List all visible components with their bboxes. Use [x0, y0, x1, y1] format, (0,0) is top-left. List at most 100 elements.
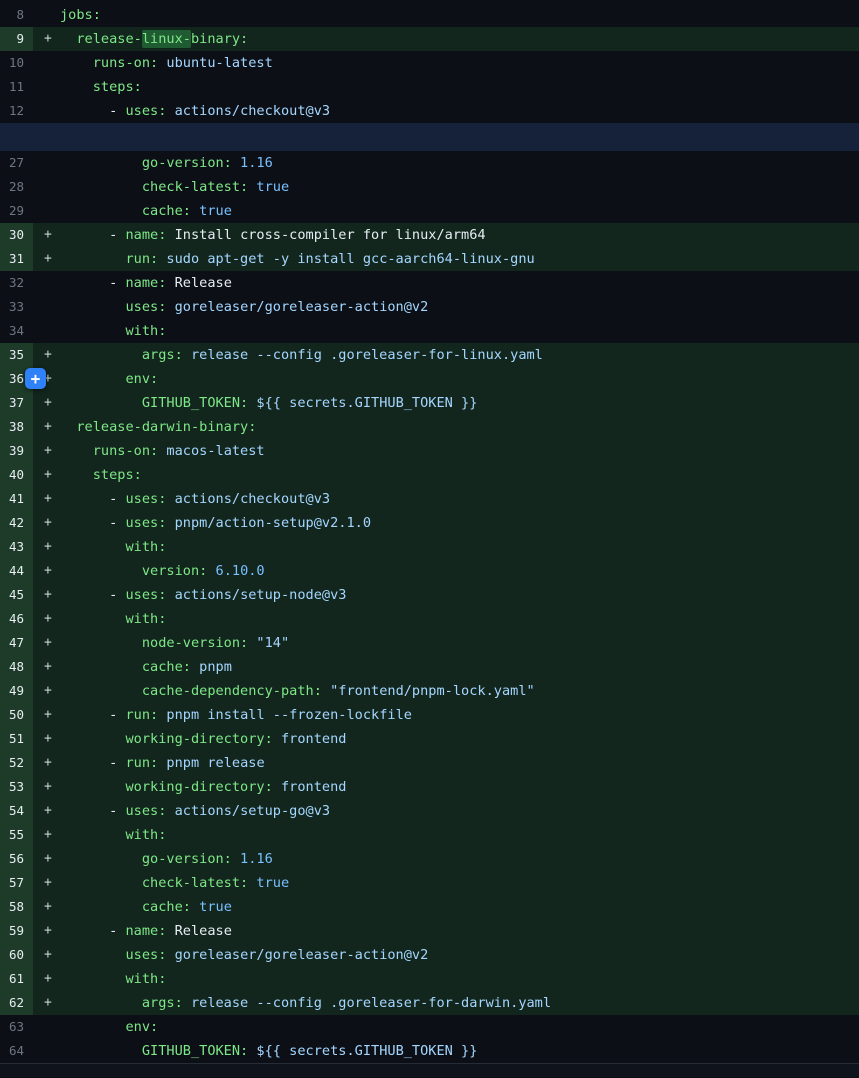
- line-number[interactable]: 30: [0, 223, 33, 247]
- code-text: args: release --config .goreleaser-for-d…: [60, 991, 859, 1015]
- code-token: "14": [248, 635, 289, 651]
- line-number[interactable]: 35: [0, 343, 33, 367]
- added-line-marker: +: [33, 487, 60, 511]
- line-number[interactable]: 10: [0, 51, 33, 75]
- line-number[interactable]: 48: [0, 655, 33, 679]
- line-number[interactable]: 49: [0, 679, 33, 703]
- line-number[interactable]: 41: [0, 487, 33, 511]
- added-line-marker: +: [33, 967, 60, 991]
- code-token: steps:: [60, 467, 142, 483]
- line-number[interactable]: 55: [0, 823, 33, 847]
- added-line-marker: +: [33, 799, 60, 823]
- word-diff-highlight: linux-: [142, 30, 191, 48]
- line-number[interactable]: 59: [0, 919, 33, 943]
- diff-line-48: 48+ cache: pnpm: [0, 655, 859, 679]
- code-token: true: [248, 875, 289, 891]
- line-number[interactable]: 39: [0, 439, 33, 463]
- diff-line-46: 46+ with:: [0, 607, 859, 631]
- line-number[interactable]: 34: [0, 319, 33, 343]
- code-token: release --config .goreleaser-for-linux.y…: [183, 347, 543, 363]
- line-number[interactable]: 27: [0, 151, 33, 175]
- diff-line-8: 8jobs:: [0, 3, 859, 27]
- code-token: uses:: [60, 947, 166, 963]
- added-line-marker: +: [33, 871, 60, 895]
- add-line-comment-button[interactable]: +: [25, 368, 46, 389]
- code-token: check-latest:: [60, 179, 248, 195]
- expand-hidden-lines-band[interactable]: [0, 123, 859, 151]
- code-token: -: [60, 227, 125, 243]
- code-token: release-darwin-binary:: [60, 419, 256, 435]
- code-token: -: [60, 803, 125, 819]
- code-token: 1.16: [232, 155, 273, 171]
- line-number[interactable]: 31: [0, 247, 33, 271]
- line-number[interactable]: 32: [0, 271, 33, 295]
- line-number[interactable]: 29: [0, 199, 33, 223]
- line-number[interactable]: 54: [0, 799, 33, 823]
- code-text: node-version: "14": [60, 631, 859, 655]
- diff-line-54: 54+ - uses: actions/setup-go@v3: [0, 799, 859, 823]
- line-number[interactable]: 42: [0, 511, 33, 535]
- added-line-marker: +: [33, 223, 60, 247]
- line-number[interactable]: 60: [0, 943, 33, 967]
- line-number[interactable]: 11: [0, 75, 33, 99]
- line-number[interactable]: 53: [0, 775, 33, 799]
- added-line-marker: +: [33, 463, 60, 487]
- line-number[interactable]: 43: [0, 535, 33, 559]
- code-token: env:: [60, 371, 158, 387]
- code-token: goreleaser/goreleaser-action@v2: [166, 299, 428, 315]
- line-number[interactable]: 62: [0, 991, 33, 1015]
- line-number[interactable]: 38: [0, 415, 33, 439]
- code-token: -: [60, 491, 125, 507]
- line-number[interactable]: 28: [0, 175, 33, 199]
- diff-line-53: 53+ working-directory: frontend: [0, 775, 859, 799]
- line-number[interactable]: 64: [0, 1039, 33, 1063]
- line-number[interactable]: 9: [0, 27, 33, 51]
- line-number[interactable]: 52: [0, 751, 33, 775]
- line-number[interactable]: 12: [0, 99, 33, 123]
- line-number[interactable]: 58: [0, 895, 33, 919]
- code-token: sudo apt-get -y install gcc-aarch64-linu…: [158, 251, 534, 267]
- line-number[interactable]: 8: [0, 3, 33, 27]
- context-line-marker: [33, 99, 60, 123]
- code-text: - uses: actions/checkout@v3: [60, 99, 859, 123]
- code-text: go-version: 1.16: [60, 847, 859, 871]
- context-line-marker: [33, 319, 60, 343]
- code-text: cache-dependency-path: "frontend/pnpm-lo…: [60, 679, 859, 703]
- added-line-marker: +: [33, 511, 60, 535]
- added-line-marker: +: [33, 247, 60, 271]
- line-number[interactable]: 33: [0, 295, 33, 319]
- code-token: GITHUB_TOKEN:: [60, 395, 248, 411]
- code-text: runs-on: ubuntu-latest: [60, 51, 859, 75]
- line-number[interactable]: 61: [0, 967, 33, 991]
- code-token: true: [191, 203, 232, 219]
- code-token: frontend: [273, 779, 347, 795]
- line-number[interactable]: 63: [0, 1015, 33, 1039]
- line-number[interactable]: 46: [0, 607, 33, 631]
- context-line-marker: [33, 175, 60, 199]
- code-text: steps:: [60, 75, 859, 99]
- diff-line-45: 45+ - uses: actions/setup-node@v3: [0, 583, 859, 607]
- code-text: cache: pnpm: [60, 655, 859, 679]
- line-number[interactable]: 40: [0, 463, 33, 487]
- code-text: with:: [60, 535, 859, 559]
- line-number[interactable]: 50: [0, 703, 33, 727]
- line-number[interactable]: 51: [0, 727, 33, 751]
- line-number[interactable]: 37: [0, 391, 33, 415]
- line-number[interactable]: 56: [0, 847, 33, 871]
- diff-line-49: 49+ cache-dependency-path: "frontend/pnp…: [0, 679, 859, 703]
- diff-line-38: 38+ release-darwin-binary:: [0, 415, 859, 439]
- line-number[interactable]: 57: [0, 871, 33, 895]
- line-number[interactable]: 47: [0, 631, 33, 655]
- diff-line-33: 33 uses: goreleaser/goreleaser-action@v2: [0, 295, 859, 319]
- code-text: with:: [60, 967, 859, 991]
- code-token: pnpm: [191, 659, 232, 675]
- diff-line-41: 41+ - uses: actions/checkout@v3: [0, 487, 859, 511]
- code-token: -: [60, 587, 125, 603]
- line-number[interactable]: 45: [0, 583, 33, 607]
- diff-line-39: 39+ runs-on: macos-latest: [0, 439, 859, 463]
- code-token: runs-on:: [60, 55, 158, 71]
- code-token: 6.10.0: [207, 563, 264, 579]
- code-token: release-: [60, 31, 142, 47]
- code-token: uses:: [60, 299, 166, 315]
- line-number[interactable]: 44: [0, 559, 33, 583]
